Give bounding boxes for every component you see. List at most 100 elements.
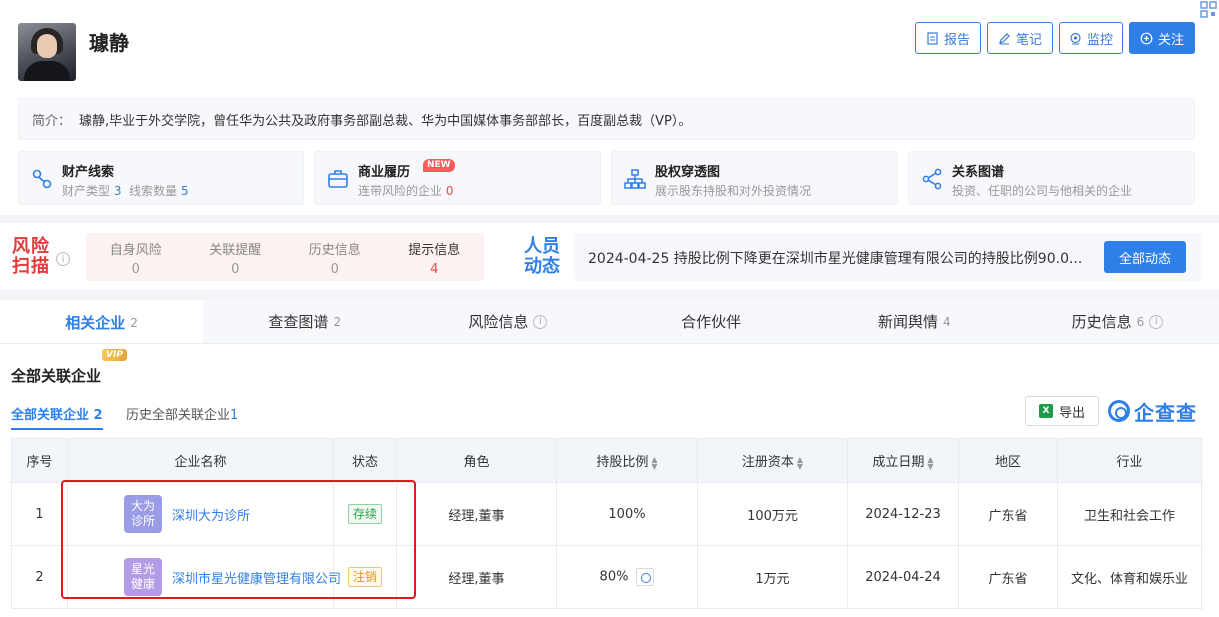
report-label: 报告: [943, 32, 970, 48]
related-companies-table: 序号 企业名称 状态 角色 持股比例 ▲ ▼ 注册资本 ▲ ▼ 成立日期 ▲ ▼ 地区 行业…: [11, 438, 1202, 609]
col-company: 企业名称: [67, 438, 334, 483]
card-sub: 财产类型 3 线索数量 5: [62, 184, 189, 198]
intro-label: 简介：: [32, 113, 72, 129]
col-region: 地区: [958, 438, 1058, 483]
col-industry: 行业: [1057, 438, 1202, 483]
new-badge: NEW: [423, 159, 455, 172]
col-status: 状态: [333, 438, 397, 483]
excel-icon: X: [1038, 404, 1053, 418]
role-cell: 经理,董事: [396, 545, 557, 609]
info-icon: i: [533, 314, 548, 329]
share-icon: [922, 168, 942, 190]
all-dynamics-button[interactable]: 全部动态: [1104, 241, 1186, 273]
company-name-link[interactable]: 深圳市星光健康管理有限公司: [172, 568, 341, 587]
divider: [0, 215, 1219, 223]
risk-cell-self[interactable]: 自身风险 0: [86, 233, 186, 281]
card-sub: 展示股东持股和对外投资情况: [655, 184, 812, 198]
dynamics-text[interactable]: 2024-04-25 持股比例下降更在深圳市星光健康管理有限公司的持股比例90.…: [588, 248, 1088, 268]
export-button[interactable]: X 导出: [1025, 396, 1099, 426]
info-icon: i: [1149, 314, 1164, 329]
status-badge: 注销: [347, 567, 382, 587]
card-sub: 投资、任职的公司与他相关的企业: [952, 184, 1133, 198]
role-cell: 经理,董事: [396, 482, 557, 546]
follow-label: 关注: [1157, 32, 1184, 48]
card-sub: 连带风险的企业 0: [358, 184, 454, 198]
region-cell: 广东省: [958, 482, 1058, 546]
intro-text: 璩静,毕业于外交学院，曾任华为公共及政府事务部副总裁、华为中国媒体事务部部长，百…: [79, 113, 692, 129]
card-title: 商业履历: [358, 165, 411, 180]
col-capital[interactable]: 注册资本 ▲ ▼: [697, 438, 848, 483]
card-business-history[interactable]: 商业履历 NEW 连带风险的企业 0: [314, 151, 601, 205]
link-icon: [32, 169, 52, 189]
tab-graph[interactable]: 查查图谱 2: [203, 300, 406, 343]
date-cell: 2024-04-24: [847, 545, 959, 609]
company-logo[interactable]: 大为 诊所: [124, 495, 162, 533]
share-cell: 100%: [556, 482, 698, 546]
subtab-all-related[interactable]: 全部关联企业 2: [11, 404, 103, 430]
section-title: 全部关联企业: [11, 367, 102, 385]
tab-partners[interactable]: 合作伙伴: [610, 300, 813, 343]
org-chart-icon: [624, 169, 646, 189]
vip-badge: VIP: [102, 349, 127, 361]
qichacha-logo: 企查查: [1108, 396, 1197, 426]
person-name: 璩静: [89, 31, 129, 55]
divider: [0, 290, 1219, 300]
info-icon[interactable]: i: [56, 252, 70, 266]
table-row: 2 星光 健康 深圳市星光健康管理有限公司 注销 经理,董事 80% 1万元 20…: [11, 545, 1202, 609]
avatar: [18, 23, 76, 81]
card-equity-chart[interactable]: 股权穿透图 展示股东持股和对外投资情况: [611, 151, 898, 205]
monitor-label: 监控: [1086, 32, 1113, 48]
col-role: 角色: [396, 438, 557, 483]
report-button[interactable]: 报告: [915, 22, 981, 54]
risk-cell-related[interactable]: 关联提醒 0: [186, 233, 286, 281]
follow-button[interactable]: 关注: [1129, 22, 1195, 54]
company-logo[interactable]: 星光 健康: [124, 558, 162, 596]
briefcase-icon: [328, 170, 348, 188]
card-title: 关系图谱: [952, 165, 1005, 180]
share-cell: 80%: [556, 545, 698, 609]
capital-cell: 100万元: [697, 482, 848, 546]
monitor-icon: [1070, 32, 1081, 44]
tab-risk-info[interactable]: 风险信息 i: [406, 300, 609, 343]
person-dynamics-logo: 人员 动态: [524, 236, 560, 277]
main-tabs: 相关企业 2 查查图谱 2 风险信息 i 合作伙伴 新闻舆情 4 历史信息 6 i: [0, 300, 1219, 344]
col-share[interactable]: 持股比例 ▲ ▼: [556, 438, 698, 483]
tab-news[interactable]: 新闻舆情 4: [813, 300, 1016, 343]
subtab-history-related[interactable]: 历史全部关联企业1: [126, 404, 238, 428]
tab-history-info[interactable]: 历史信息 6 i: [1016, 300, 1219, 343]
risk-summary: 自身风险 0 关联提醒 0 历史信息 0 提示信息 4: [86, 233, 484, 281]
table-row: 1 大为 诊所 深圳大为诊所 存续 经理,董事 100% 100万元 2024-1…: [11, 482, 1202, 546]
intro-panel: 简介： 璩静,毕业于外交学院，曾任华为公共及政府事务部副总裁、华为中国媒体事务部…: [18, 98, 1195, 140]
report-icon: [927, 31, 938, 45]
risk-cell-history[interactable]: 历史信息 0: [285, 233, 385, 281]
note-label: 笔记: [1015, 32, 1042, 48]
sort-icon: ▲ ▼: [927, 454, 934, 471]
monitor-button[interactable]: 监控: [1059, 22, 1123, 54]
dynamics-panel: 2024-04-25 持股比例下降更在深圳市星光健康管理有限公司的持股比例90.…: [574, 233, 1201, 281]
card-title: 财产线索: [62, 165, 115, 180]
industry-cell: 卫生和社会工作: [1057, 482, 1202, 546]
table-header: 序号 企业名称 状态 角色 持股比例 ▲ ▼ 注册资本 ▲ ▼ 成立日期 ▲ ▼ 地区 行业: [11, 438, 1202, 483]
edit-icon: [999, 32, 1010, 44]
tab-related-companies[interactable]: 相关企业 2: [0, 300, 204, 343]
pie-chart-icon[interactable]: [636, 568, 655, 586]
col-index: 序号: [11, 438, 68, 483]
row-index: 2: [11, 545, 68, 609]
plus-circle-icon: [1140, 32, 1153, 44]
card-relation-graph[interactable]: 关系图谱 投资、任职的公司与他相关的企业: [908, 151, 1195, 205]
qr-code-icon[interactable]: [1197, 0, 1219, 20]
company-name-link[interactable]: 深圳大为诊所: [172, 505, 250, 524]
qichacha-mark-icon: [1108, 400, 1130, 422]
card-asset-clues[interactable]: 财产线索 财产类型 3 线索数量 5: [18, 151, 304, 205]
row-index: 1: [11, 482, 68, 546]
status-badge: 存续: [347, 504, 382, 524]
note-button[interactable]: 笔记: [987, 22, 1053, 54]
date-cell: 2024-12-23: [847, 482, 959, 546]
col-date[interactable]: 成立日期 ▲ ▼: [847, 438, 959, 483]
industry-cell: 文化、体育和娱乐业: [1057, 545, 1202, 609]
risk-cell-tips[interactable]: 提示信息 4: [385, 233, 485, 281]
sort-icon: ▲ ▼: [796, 454, 804, 471]
capital-cell: 1万元: [697, 545, 848, 609]
sort-icon: ▲ ▼: [651, 454, 658, 471]
risk-scan-logo: 风险 扫描: [12, 236, 50, 277]
